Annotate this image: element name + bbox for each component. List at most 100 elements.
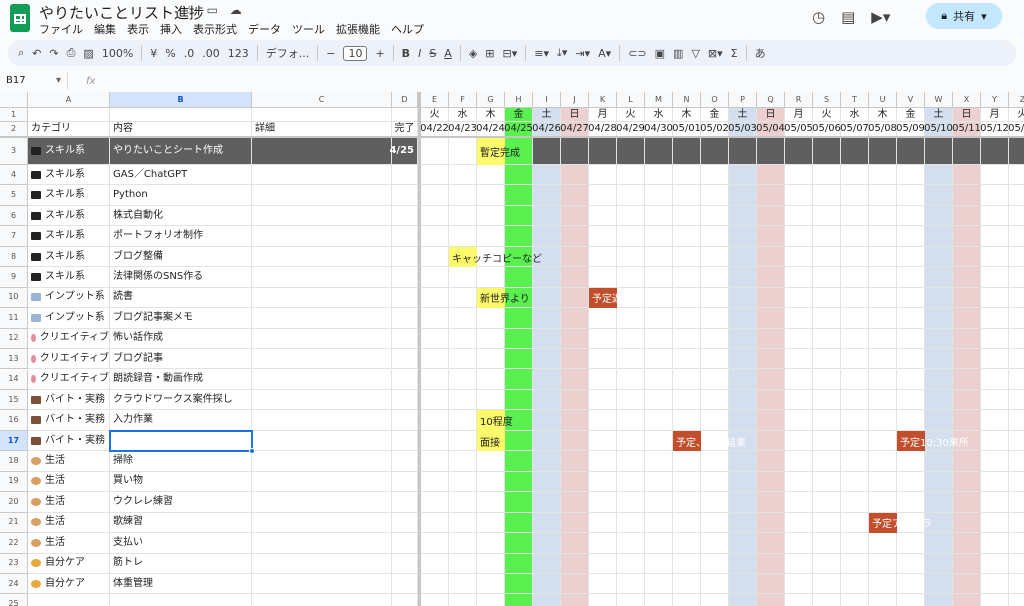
grid-cell[interactable] [589, 137, 617, 165]
grid-cell[interactable] [701, 267, 729, 288]
menu-item[interactable]: ヘルプ [391, 21, 424, 37]
column-header-N[interactable]: N [673, 92, 701, 108]
grid-cell[interactable] [617, 574, 645, 595]
frozen-row-divider[interactable] [0, 136, 1024, 138]
grid-cell[interactable] [1009, 451, 1024, 472]
row-header-2[interactable]: 2 [0, 122, 28, 137]
category-cell[interactable]: 自分ケア [28, 553, 110, 574]
grid-cell[interactable] [617, 512, 645, 534]
grid-cell[interactable] [869, 553, 897, 574]
grid-cell[interactable] [813, 410, 841, 431]
vertical-align-icon[interactable]: ⤓▾ [557, 46, 567, 60]
grid-cell[interactable] [589, 267, 617, 288]
grid-cell[interactable] [477, 328, 505, 350]
grid-cell[interactable] [897, 492, 925, 513]
grid-cell[interactable] [785, 328, 813, 350]
document-title[interactable]: やりたいことリスト進捗 [39, 2, 204, 23]
content-cell[interactable]: 朗読録音・動画作成 [110, 369, 252, 390]
detail-cell[interactable] [252, 205, 392, 227]
detail-cell[interactable] [252, 349, 392, 370]
category-header[interactable]: カテゴリ [28, 122, 110, 137]
grid-cell[interactable] [449, 369, 477, 390]
grid-cell[interactable] [897, 267, 925, 288]
grid-cell[interactable] [505, 533, 533, 554]
row-header-25[interactable]: 25 [0, 594, 28, 606]
grid-cell[interactable] [925, 389, 953, 411]
grid-cell[interactable] [505, 389, 533, 411]
grid-cell[interactable] [925, 308, 953, 329]
grid-cell[interactable] [561, 492, 589, 513]
grid-cell[interactable] [925, 410, 953, 431]
grid-cell[interactable] [701, 512, 729, 534]
grid-cell[interactable] [869, 205, 897, 227]
grid-cell[interactable] [477, 308, 505, 329]
grid-cell[interactable] [981, 471, 1009, 493]
grid-cell[interactable] [449, 267, 477, 288]
grid-cell[interactable] [813, 246, 841, 268]
done-cell[interactable] [392, 369, 418, 390]
grid-cell[interactable] [561, 328, 589, 350]
grid-cell[interactable] [1009, 288, 1024, 309]
grid-cell[interactable] [701, 574, 729, 595]
grid-cell[interactable] [505, 349, 533, 370]
row-header-11[interactable]: 11 [0, 308, 28, 329]
content-cell[interactable]: ブログ整備 [110, 246, 252, 268]
done-cell[interactable] [392, 349, 418, 370]
grid-cell[interactable] [981, 185, 1009, 206]
grid-cell[interactable] [953, 205, 981, 227]
grid-cell[interactable] [701, 553, 729, 574]
grid-cell[interactable] [757, 287, 785, 309]
filter-icon[interactable]: ▽ [691, 47, 699, 60]
grid-cell[interactable] [449, 328, 477, 350]
column-header-E[interactable]: E [421, 92, 449, 108]
grid-cell[interactable] [897, 287, 925, 309]
grid-cell[interactable] [785, 389, 813, 411]
grid-cell[interactable] [729, 594, 757, 606]
weekday-cell[interactable]: 木 [477, 108, 505, 122]
grid-cell[interactable] [645, 226, 673, 247]
grid-cell[interactable] [645, 137, 673, 165]
row-header-6[interactable]: 6 [0, 205, 28, 227]
grid-cell[interactable] [421, 246, 449, 268]
grid-cell[interactable] [813, 137, 841, 165]
date-cell[interactable]: 04/27 [560, 122, 589, 137]
text-color-icon[interactable]: A [444, 47, 452, 60]
grid-cell[interactable] [869, 492, 897, 513]
grid-cell[interactable] [505, 205, 533, 227]
done-cell[interactable] [392, 492, 418, 513]
done-header[interactable]: 完了 [392, 122, 418, 137]
grid-cell[interactable] [813, 369, 841, 390]
content-cell[interactable]: ポートフォリオ制作 [110, 226, 252, 247]
grid-cell[interactable] [617, 308, 645, 329]
grid-cell[interactable] [869, 389, 897, 411]
grid-cell[interactable] [1009, 472, 1024, 493]
grid-cell[interactable] [785, 287, 813, 309]
grid-cell[interactable] [1009, 267, 1024, 288]
grid-cell[interactable] [925, 349, 953, 370]
decrease-decimal-button[interactable]: .0 [184, 47, 195, 60]
video-call-icon[interactable]: ▶▾ [871, 8, 890, 26]
grid-cell[interactable] [561, 451, 589, 472]
grid-cell[interactable] [785, 492, 813, 513]
insert-link-icon[interactable]: ⊂⊃ [628, 47, 646, 60]
done-cell[interactable] [392, 165, 418, 186]
grid-cell[interactable] [645, 471, 673, 493]
text-wrap-icon[interactable]: ⇥▾ [575, 47, 590, 60]
grid-cell[interactable] [925, 369, 953, 390]
done-cell[interactable] [392, 267, 418, 288]
weekday-cell[interactable]: 土 [729, 108, 757, 122]
date-cell[interactable]: 05/11 [952, 122, 981, 137]
grid-cell[interactable] [645, 205, 673, 227]
grid-cell[interactable] [505, 267, 533, 288]
weekday-cell[interactable]: 金 [701, 108, 729, 122]
detail-cell[interactable] [252, 389, 392, 411]
grid-cell[interactable] [925, 287, 953, 309]
detail-cell[interactable] [252, 512, 392, 534]
grid-cell[interactable] [729, 410, 757, 431]
grid-cell[interactable] [645, 430, 673, 452]
grid-cell[interactable] [813, 287, 841, 309]
detail-cell[interactable] [252, 430, 392, 452]
grid-cell[interactable] [729, 246, 757, 268]
grid-cell[interactable] [449, 137, 477, 165]
grid-cell[interactable] [869, 369, 897, 390]
